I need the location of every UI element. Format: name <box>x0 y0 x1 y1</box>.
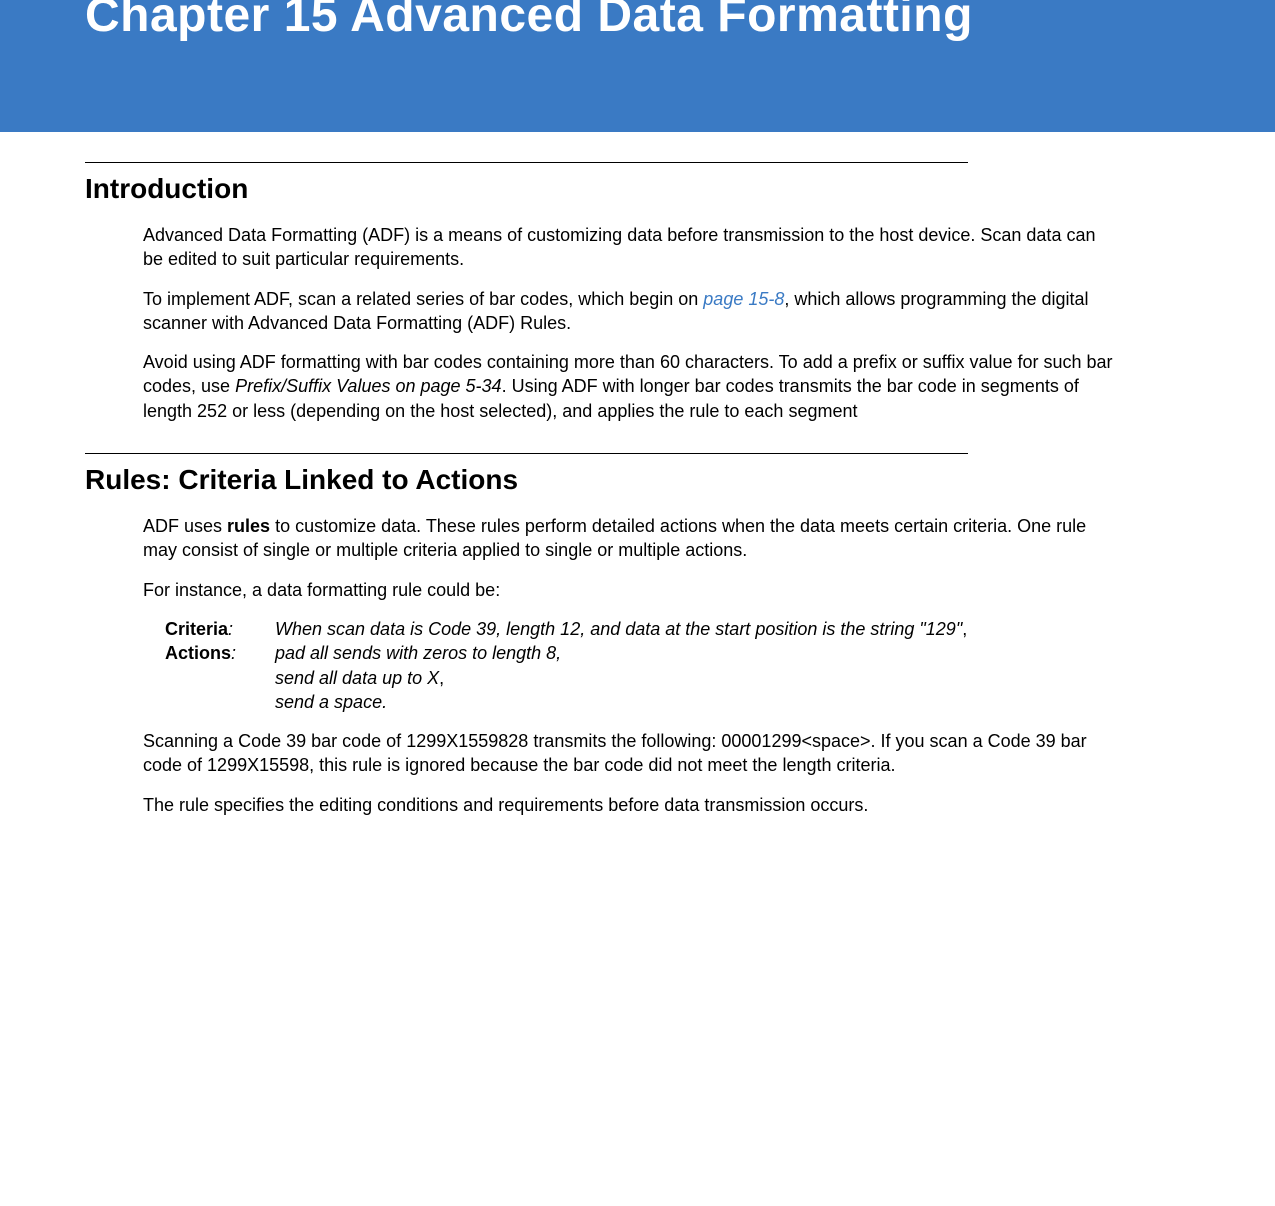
actions-line-2-wrap: send all data up to X, <box>275 666 1115 690</box>
page-content: Introduction Advanced Data Formatting (A… <box>0 162 1275 817</box>
intro-paragraph-2: To implement ADF, scan a related series … <box>143 287 1115 336</box>
actions-label-text: Actions <box>165 643 231 663</box>
prefix-suffix-reference: Prefix/Suffix Values on page 5-34 <box>235 376 502 396</box>
rules-paragraph-3: Scanning a Code 39 bar code of 1299X1559… <box>143 729 1115 778</box>
criteria-value: When scan data is Code 39, length 12, an… <box>275 617 1115 641</box>
section-heading-introduction: Introduction <box>85 173 1115 205</box>
intro-paragraph-1: Advanced Data Formatting (ADF) is a mean… <box>143 223 1115 272</box>
actions-label: Actions: <box>165 641 275 714</box>
criteria-value-text: When scan data is Code 39, length 12, an… <box>275 619 962 639</box>
section-heading-rules: Rules: Criteria Linked to Actions <box>85 464 1115 496</box>
page-link-15-8[interactable]: page 15-8 <box>703 289 784 309</box>
actions-line-3: send a space. <box>275 690 1115 714</box>
chapter-title: Chapter 15 Advanced Data Formatting <box>85 0 1275 40</box>
rules-p1-post: to customize data. These rules perform d… <box>143 516 1086 560</box>
example-actions-row: Actions: pad all sends with zeros to len… <box>165 641 1115 714</box>
intro-paragraph-3: Avoid using ADF formatting with bar code… <box>143 350 1115 423</box>
intro-p2-pre: To implement ADF, scan a related series … <box>143 289 703 309</box>
actions-line-1: pad all sends with zeros to length 8, <box>275 641 1115 665</box>
example-block: Criteria: When scan data is Code 39, len… <box>165 617 1115 714</box>
rules-paragraph-2: For instance, a data formatting rule cou… <box>143 578 1115 602</box>
chapter-header-banner: Chapter 15 Advanced Data Formatting <box>0 0 1275 132</box>
actions-line-2: send all data up to X <box>275 668 439 688</box>
rules-p1-pre: ADF uses <box>143 516 227 536</box>
rules-bold-word: rules <box>227 516 270 536</box>
example-criteria-row: Criteria: When scan data is Code 39, len… <box>165 617 1115 641</box>
criteria-label: Criteria: <box>165 617 275 641</box>
section-divider <box>85 453 968 454</box>
criteria-label-text: Criteria <box>165 619 228 639</box>
rules-paragraph-1: ADF uses rules to customize data. These … <box>143 514 1115 563</box>
rules-paragraph-4: The rule specifies the editing condition… <box>143 793 1115 817</box>
section-divider <box>85 162 968 163</box>
actions-value: pad all sends with zeros to length 8, se… <box>275 641 1115 714</box>
